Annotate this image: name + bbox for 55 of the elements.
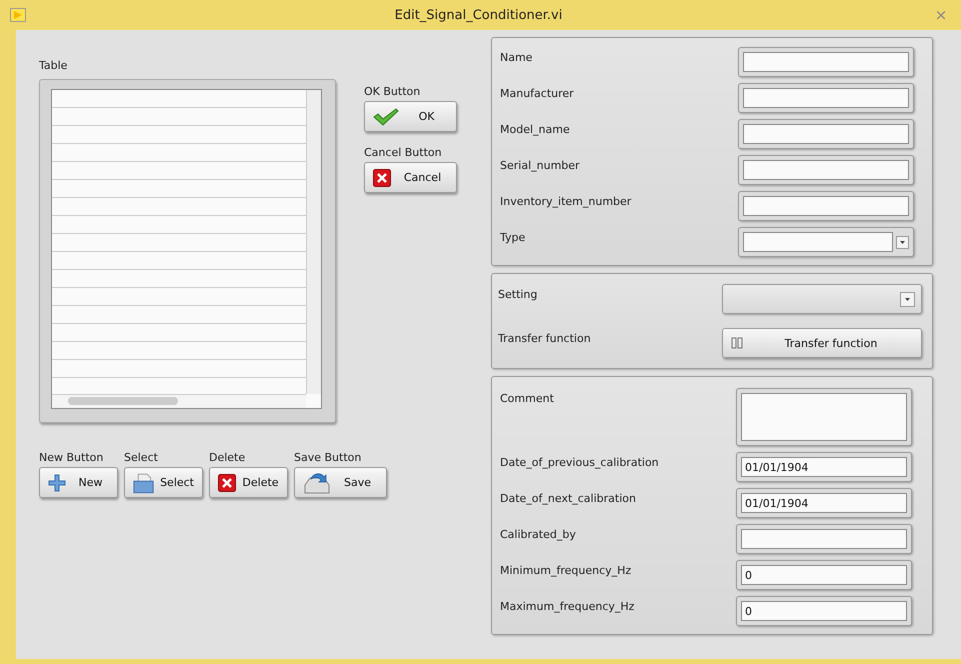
horizontal-scrollbar[interactable] — [52, 394, 306, 408]
field-label: Date_of_previous_calibration — [500, 455, 660, 469]
text-field[interactable] — [738, 83, 914, 113]
field-label: Name — [500, 50, 534, 64]
check-icon — [373, 108, 399, 126]
action-button[interactable]: Select — [124, 467, 203, 498]
text-field[interactable] — [738, 47, 914, 77]
button-caption: Save Button — [294, 451, 362, 464]
field-label: Date_of_next_calibration — [500, 491, 637, 505]
text-field[interactable] — [736, 524, 912, 554]
field-label: Serial_number — [500, 158, 581, 172]
field-label: Model_name — [500, 122, 571, 136]
action-button[interactable]: Delete — [209, 467, 288, 498]
field-label: Type — [500, 230, 526, 244]
field-label: Inventory_item_number — [500, 194, 632, 208]
close-icon — [218, 474, 236, 492]
caret-icon — [904, 296, 911, 302]
field-label: Calibrated_by — [500, 527, 577, 541]
tray-icon — [303, 470, 331, 494]
dialog-button[interactable]: OK — [364, 101, 457, 132]
table-label: Table — [39, 59, 68, 72]
dropdown-field[interactable] — [722, 284, 922, 314]
field-label: Comment — [500, 391, 555, 405]
action-button[interactable]: New — [39, 467, 118, 498]
app-icon — [10, 8, 26, 22]
field-label: Transfer function — [498, 331, 592, 345]
transfer-function-button[interactable]: Transfer function — [722, 328, 922, 358]
text-field[interactable]: 0 — [736, 560, 912, 590]
button-caption: OK Button — [364, 85, 422, 98]
field-label: Setting — [498, 287, 538, 301]
vertical-scrollbar[interactable] — [306, 90, 321, 394]
text-field[interactable] — [738, 155, 914, 185]
close-icon — [373, 168, 391, 186]
dropdown-field[interactable] — [738, 227, 914, 257]
plus-icon — [48, 474, 66, 492]
dialog-button[interactable]: Cancel — [364, 162, 457, 193]
button-caption: Select — [124, 451, 159, 464]
button-caption: Cancel Button — [364, 146, 443, 159]
button-caption: Delete — [209, 451, 246, 464]
text-field[interactable]: 01/01/1904 — [736, 488, 912, 518]
caret-icon — [899, 240, 906, 244]
action-button[interactable]: Save — [294, 467, 387, 498]
window-title: Edit_Signal_Conditioner.vi — [394, 8, 564, 22]
toggle-icon — [731, 337, 743, 349]
dropdown-button[interactable] — [900, 292, 915, 306]
text-field[interactable] — [738, 119, 914, 149]
text-field[interactable]: 01/01/1904 — [736, 452, 912, 482]
comment-field[interactable] — [736, 388, 912, 446]
button-caption: New Button — [39, 451, 104, 464]
text-field[interactable]: 0 — [736, 596, 912, 626]
field-label: Minimum_frequency_Hz — [500, 563, 632, 577]
dropdown-button[interactable] — [896, 236, 909, 248]
field-label: Maximum_frequency_Hz — [500, 599, 636, 613]
text-field[interactable] — [738, 191, 914, 221]
field-label: Manufacturer — [500, 86, 575, 100]
